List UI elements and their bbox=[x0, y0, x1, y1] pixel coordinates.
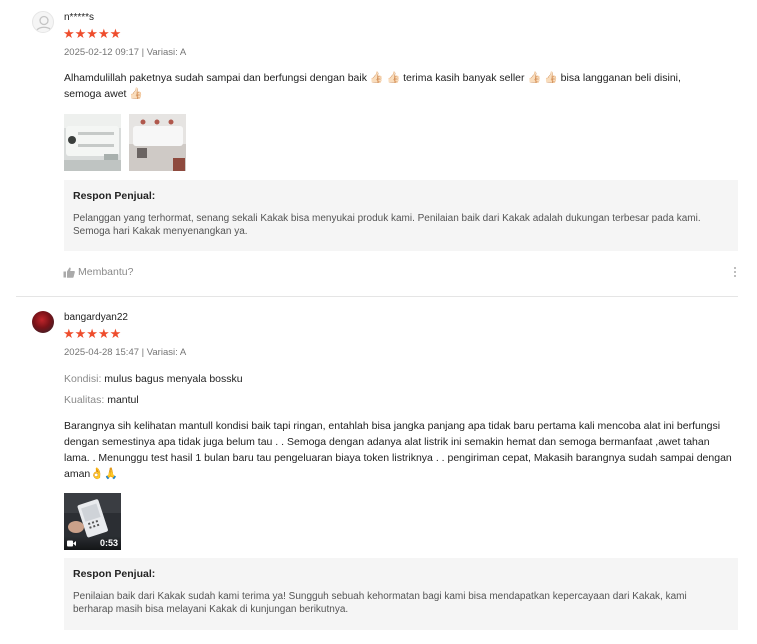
avatar[interactable] bbox=[32, 311, 54, 333]
review-video[interactable]: 0:53 bbox=[64, 493, 121, 550]
rating-stars: ★★★★★ bbox=[63, 326, 122, 341]
attribute-key: Kualitas: bbox=[64, 394, 105, 406]
review-text: Alhamdulillah paketnya sudah sampai dan … bbox=[64, 72, 681, 100]
helpful-button[interactable]: Membantu? bbox=[63, 266, 133, 278]
divider bbox=[16, 296, 738, 297]
rating-stars: ★★★★★ bbox=[63, 26, 122, 41]
reviewer-name: n*****s bbox=[64, 12, 95, 23]
emoji: 👍🏻 bbox=[544, 72, 558, 84]
review-photo[interactable] bbox=[64, 114, 121, 171]
seller-reply-title: Respon Penjual: bbox=[73, 568, 156, 580]
attribute-kualitas: Kualitas: mantul bbox=[64, 394, 139, 406]
video-camera-icon bbox=[67, 540, 76, 547]
helpful-label: Membantu? bbox=[78, 266, 134, 278]
emoji: 👍🏻 bbox=[527, 72, 542, 84]
emoji: 👌🙏 bbox=[90, 468, 118, 480]
attribute-value: mulus bagus menyala bossku bbox=[104, 373, 243, 385]
review-meta: 2025-02-12 09:17 | Variasi: A bbox=[64, 47, 187, 58]
video-duration: 0:53 bbox=[99, 538, 118, 548]
emoji: 👍🏻 bbox=[129, 88, 144, 100]
more-vertical-icon bbox=[733, 267, 737, 277]
seller-reply-text: Pelanggan yang terhormat, senang sekali … bbox=[73, 213, 701, 237]
review-photo[interactable] bbox=[129, 114, 186, 171]
avatar[interactable] bbox=[32, 11, 54, 33]
review-meta: 2025-04-28 15:47 | Variasi: A bbox=[64, 347, 187, 358]
review-text: Barangnya sih kelihatan mantull kondisi … bbox=[64, 420, 732, 480]
emoji: 👍🏻 bbox=[386, 72, 401, 84]
seller-reply-text: Penilaian baik dari Kakak sudah kami ter… bbox=[73, 591, 687, 615]
attribute-value: mantul bbox=[107, 394, 139, 406]
seller-reply: Respon Penjual: Pelanggan yang terhormat… bbox=[64, 180, 738, 251]
user-placeholder-icon bbox=[35, 15, 53, 32]
seller-reply: Respon Penjual: Penilaian baik dari Kaka… bbox=[64, 558, 738, 630]
attribute-key: Kondisi: bbox=[64, 373, 102, 385]
more-options-button[interactable] bbox=[733, 267, 737, 279]
attribute-kondisi: Kondisi: mulus bagus menyala bossku bbox=[64, 373, 243, 385]
reviewer-name: bangardyan22 bbox=[64, 312, 128, 323]
emoji: 👍🏻 bbox=[369, 72, 384, 84]
thumbs-up-icon bbox=[63, 267, 75, 278]
seller-reply-title: Respon Penjual: bbox=[73, 190, 156, 202]
